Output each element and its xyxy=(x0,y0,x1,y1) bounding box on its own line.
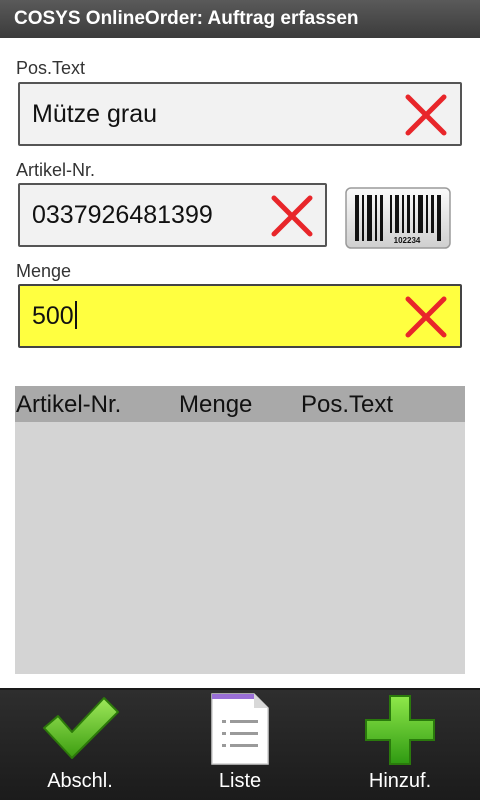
artikel-nr-value: 0337926481399 xyxy=(32,201,213,229)
pos-text-value: Mütze grau xyxy=(32,100,158,128)
list-label: Liste xyxy=(218,770,262,792)
artikel-nr-label: Artikel-Nr. xyxy=(16,160,96,180)
menge-clear-button[interactable] xyxy=(404,295,448,339)
text-cursor xyxy=(74,301,77,330)
close-x-icon xyxy=(405,94,447,136)
checkmark-icon xyxy=(43,697,119,759)
list-document-icon xyxy=(211,693,269,765)
menge-value-wrap: 500 xyxy=(32,286,77,346)
close-x-icon xyxy=(405,296,447,338)
finish-button[interactable]: Abschl. xyxy=(0,690,160,800)
menge-value: 500 xyxy=(32,302,74,330)
pos-text-field[interactable]: Mütze grau xyxy=(18,82,462,146)
column-header-menge: Menge xyxy=(179,391,253,418)
scan-barcode-button[interactable]: 102234 xyxy=(345,187,451,249)
pos-text-label: Pos.Text xyxy=(16,58,86,78)
artikel-nr-field[interactable]: 0337926481399 xyxy=(18,183,327,247)
menge-field[interactable]: 500 xyxy=(18,284,462,348)
finish-label: Abschl. xyxy=(47,770,113,792)
list-button[interactable]: Liste xyxy=(160,690,320,800)
pos-text-clear-button[interactable] xyxy=(404,93,448,137)
close-x-icon xyxy=(271,195,313,237)
app-title: COSYS OnlineOrder: Auftrag erfassen xyxy=(14,8,359,29)
column-header-pos-text: Pos.Text xyxy=(301,391,394,418)
order-position-list[interactable]: Artikel-Nr. Menge Pos.Text xyxy=(15,386,465,674)
add-label: Hinzuf. xyxy=(368,770,432,792)
barcode-icon: 102234 xyxy=(345,187,451,249)
column-header-artikel-nr: Artikel-Nr. xyxy=(16,391,122,418)
table-header: Artikel-Nr. Menge Pos.Text xyxy=(15,386,465,422)
barcode-number: 102234 xyxy=(394,236,421,245)
menge-label: Menge xyxy=(16,261,72,281)
bottom-toolbar: Abschl. Liste Hinzuf. xyxy=(0,688,480,800)
plus-icon xyxy=(365,695,435,765)
artikel-nr-clear-button[interactable] xyxy=(270,194,314,238)
add-button[interactable]: Hinzuf. xyxy=(320,690,480,800)
app-title-bar: COSYS OnlineOrder: Auftrag erfassen xyxy=(0,0,480,38)
